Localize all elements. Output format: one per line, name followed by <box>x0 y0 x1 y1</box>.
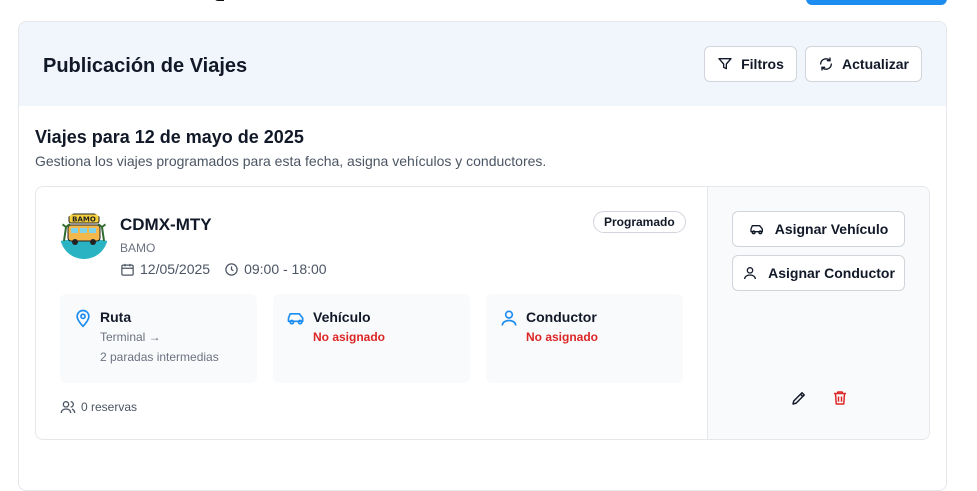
trips-panel: Publicación de Viajes Filtros Actualizar… <box>18 21 947 491</box>
route-stops: 2 paradas intermedias <box>100 350 219 364</box>
vehicle-info-box: Vehículo No asignado <box>273 294 470 383</box>
refresh-icon <box>820 57 833 71</box>
vehicle-title: Vehículo <box>313 309 371 325</box>
reservations-text: 0 reservas <box>81 400 138 414</box>
partial-primary-button[interactable] <box>806 0 947 5</box>
delete-icon[interactable] <box>831 389 849 407</box>
users-icon <box>60 401 76 414</box>
driver-info-box: Conductor No asignado <box>486 294 683 383</box>
map-pin-icon <box>76 309 90 328</box>
trip-meta: 12/05/2025 09:00 - 18:00 <box>120 261 327 277</box>
reservations-count: 0 reservas <box>60 399 137 415</box>
panel-header: Publicación de Viajes Filtros Actualizar <box>19 22 946 106</box>
clock-icon <box>225 262 238 276</box>
company-logo: BAMO <box>60 211 108 259</box>
trip-company: BAMO <box>120 241 156 255</box>
status-badge: Programado <box>593 211 686 233</box>
filter-icon <box>718 58 732 70</box>
user-icon <box>501 310 517 326</box>
user-icon <box>744 267 757 280</box>
assign-driver-label: Asignar Conductor <box>768 265 895 281</box>
trip-actions-panel: Asignar Vehículo Asignar Conductor <box>707 187 929 439</box>
filters-button-label: Filtros <box>741 56 784 72</box>
vehicle-status: No asignado <box>313 330 386 344</box>
assign-vehicle-label: Asignar Vehículo <box>774 221 889 237</box>
refresh-button[interactable]: Actualizar <box>805 46 922 82</box>
assign-driver-button[interactable]: Asignar Conductor <box>732 255 905 291</box>
calendar-icon <box>121 263 134 276</box>
route-title: Ruta <box>100 309 132 325</box>
trip-time-text: 09:00 - 18:00 <box>244 261 327 277</box>
assign-vehicle-button[interactable]: Asignar Vehículo <box>732 211 905 247</box>
edit-icon[interactable] <box>790 389 808 407</box>
logo-text: BAMO <box>72 216 96 224</box>
driver-title: Conductor <box>526 309 597 325</box>
route-info-box: Ruta Terminal → 2 paradas intermedias <box>60 294 257 383</box>
trip-card: BAMO CDMX-MTY BAMO 12/05/2025 09:00 - 18… <box>35 186 930 440</box>
trip-route-name: CDMX-MTY <box>120 215 212 234</box>
section-description: Gestiona los viajes programados para est… <box>35 153 547 169</box>
car-icon <box>750 225 763 235</box>
trip-date-text: 12/05/2025 <box>140 261 211 277</box>
refresh-button-label: Actualizar <box>842 56 909 72</box>
route-terminal: Terminal → <box>100 330 161 344</box>
section-title: Viajes para 12 de mayo de 2025 <box>35 127 304 147</box>
driver-status: No asignado <box>526 330 599 344</box>
page-title: Publicación de Viajes <box>43 55 248 77</box>
trip-date: 12/05/2025 <box>120 261 210 277</box>
trip-time: 09:00 - 18:00 <box>224 261 327 277</box>
filters-button[interactable]: Filtros <box>704 46 797 82</box>
partial-heading-fragment <box>214 0 224 1</box>
car-icon <box>287 313 304 325</box>
